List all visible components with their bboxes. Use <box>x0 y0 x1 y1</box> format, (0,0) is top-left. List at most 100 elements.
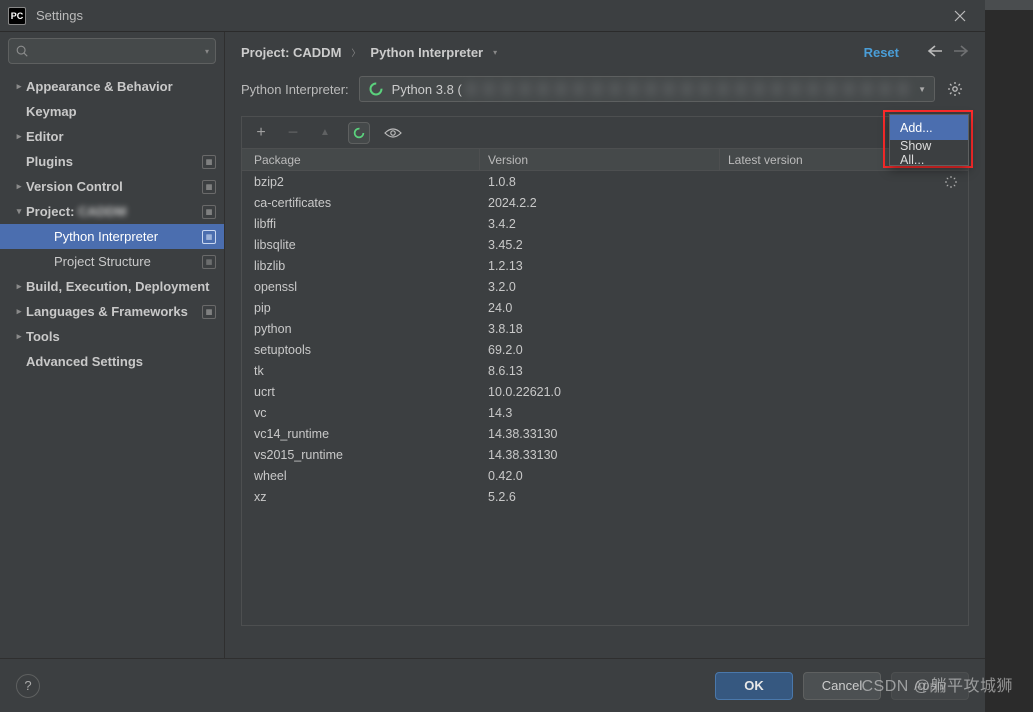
window-close-button[interactable] <box>943 3 977 29</box>
table-row[interactable]: python3.8.18 <box>242 318 968 339</box>
ok-button[interactable]: OK <box>715 672 793 700</box>
cell-version: 69.2.0 <box>480 339 720 360</box>
sidebar-item[interactable]: ▸Advanced Settings <box>0 349 224 374</box>
table-row[interactable]: openssl3.2.0 <box>242 276 968 297</box>
dropdown-item-show-all[interactable]: Show All... <box>890 140 968 165</box>
header-package[interactable]: Package <box>242 149 480 170</box>
expand-arrow-icon: ▸ <box>12 306 26 317</box>
table-row[interactable]: libffi3.4.2 <box>242 213 968 234</box>
table-row[interactable]: ucrt10.0.22621.0 <box>242 381 968 402</box>
interpreter-settings-button[interactable] <box>941 76 969 102</box>
cell-version: 1.0.8 <box>480 171 720 192</box>
cell-latest <box>720 381 968 402</box>
cell-latest <box>720 423 968 444</box>
sidebar-item[interactable]: ▸Appearance & Behavior <box>0 74 224 99</box>
table-row[interactable]: wheel0.42.0 <box>242 465 968 486</box>
reset-link[interactable]: Reset <box>864 45 899 60</box>
cell-latest <box>720 255 968 276</box>
cell-latest <box>720 171 968 192</box>
settings-tree[interactable]: ▸Appearance & Behavior▸Keymap▸Editor▸Plu… <box>0 70 224 658</box>
cell-version: 5.2.6 <box>480 486 720 507</box>
window-title: Settings <box>36 8 943 23</box>
cell-version: 14.38.33130 <box>480 444 720 465</box>
remove-package-button: − <box>284 124 302 142</box>
header-version[interactable]: Version <box>480 149 720 170</box>
cell-version: 0.42.0 <box>480 465 720 486</box>
sidebar-child-item[interactable]: ▸Python Interpreter▦ <box>0 224 224 249</box>
packages-table-body[interactable]: bzip21.0.8ca-certificates2024.2.2libffi3… <box>242 171 968 625</box>
cell-latest <box>720 360 968 381</box>
dialog-footer: ? OK Cancel Apply <box>0 658 985 712</box>
cell-package: vc14_runtime <box>242 423 480 444</box>
cell-latest <box>720 234 968 255</box>
cell-latest <box>720 339 968 360</box>
sidebar-item[interactable]: ▸Keymap <box>0 99 224 124</box>
sidebar-item[interactable]: ▸Tools <box>0 324 224 349</box>
sidebar-item[interactable]: ▸Version Control▦ <box>0 174 224 199</box>
table-row[interactable]: libsqlite3.45.2 <box>242 234 968 255</box>
table-row[interactable]: xz5.2.6 <box>242 486 968 507</box>
interpreter-row: Python Interpreter: Python 3.8 ( ▼ <box>225 72 985 116</box>
cell-latest <box>720 297 968 318</box>
sidebar-item-label: Project Structure <box>54 254 202 269</box>
sidebar-child-item[interactable]: ▸Project Structure▦ <box>0 249 224 274</box>
project-scope-badge: ▦ <box>202 155 216 169</box>
table-row[interactable]: setuptools69.2.0 <box>242 339 968 360</box>
breadcrumb-part-1: Python Interpreter <box>370 45 483 60</box>
show-early-releases-button[interactable] <box>384 124 402 142</box>
project-scope-badge: ▦ <box>202 305 216 319</box>
table-row[interactable]: pip24.0 <box>242 297 968 318</box>
sidebar-item[interactable]: ▸Languages & Frameworks▦ <box>0 299 224 324</box>
sidebar-item[interactable]: ▸Build, Execution, Deployment <box>0 274 224 299</box>
add-package-button[interactable]: + <box>252 124 270 142</box>
cancel-button[interactable]: Cancel <box>803 672 881 700</box>
interpreter-path-blurred <box>466 82 912 96</box>
cell-version: 24.0 <box>480 297 720 318</box>
cell-latest <box>720 318 968 339</box>
settings-search-input[interactable]: ▾ <box>8 38 216 64</box>
sidebar-item-label: Version Control <box>26 179 202 194</box>
cell-version: 14.3 <box>480 402 720 423</box>
chevron-right-icon: 〉 <box>351 46 360 59</box>
table-row[interactable]: vc14_runtime14.38.33130 <box>242 423 968 444</box>
cell-latest <box>720 276 968 297</box>
table-row[interactable]: bzip21.0.8 <box>242 171 968 192</box>
dropdown-item-add[interactable]: Add... <box>890 115 968 140</box>
cell-latest <box>720 465 968 486</box>
breadcrumb-dropdown-icon[interactable]: ▾ <box>493 48 497 57</box>
right-background-strip <box>985 0 1033 712</box>
cell-latest <box>720 192 968 213</box>
content-area: Project: CADDM 〉 Python Interpreter ▾ Re… <box>225 32 985 658</box>
apply-button[interactable]: Apply <box>891 672 969 700</box>
project-scope-badge: ▦ <box>202 205 216 219</box>
sidebar-item[interactable]: ▾Project: CADDM▦ <box>0 199 224 224</box>
table-row[interactable]: tk8.6.13 <box>242 360 968 381</box>
refresh-packages-button[interactable] <box>348 122 370 144</box>
project-scope-badge: ▦ <box>202 230 216 244</box>
search-history-icon[interactable]: ▾ <box>205 47 209 56</box>
forward-button[interactable] <box>953 44 969 61</box>
table-row[interactable]: libzlib1.2.13 <box>242 255 968 276</box>
cell-package: pip <box>242 297 480 318</box>
table-row[interactable]: vc14.3 <box>242 402 968 423</box>
sidebar-item[interactable]: ▸Editor <box>0 124 224 149</box>
interpreter-select[interactable]: Python 3.8 ( ▼ <box>359 76 935 102</box>
cell-package: openssl <box>242 276 480 297</box>
expand-arrow-icon: ▸ <box>12 81 26 92</box>
table-row[interactable]: vs2015_runtime14.38.33130 <box>242 444 968 465</box>
sidebar-item-label: Keymap <box>26 104 216 119</box>
cell-package: wheel <box>242 465 480 486</box>
right-background-strip-top <box>985 0 1033 10</box>
table-row[interactable]: ca-certificates2024.2.2 <box>242 192 968 213</box>
loading-spinner-icon <box>368 81 384 97</box>
dropdown-triangle-icon: ▼ <box>918 85 926 94</box>
packages-toolbar: + − ▲ <box>242 117 968 149</box>
sidebar-item[interactable]: ▸Plugins▦ <box>0 149 224 174</box>
back-button[interactable] <box>927 44 943 61</box>
help-button[interactable]: ? <box>16 674 40 698</box>
interpreter-dropdown-menu: Add... Show All... <box>889 114 969 166</box>
sidebar-item-label: Tools <box>26 329 216 344</box>
cell-package: bzip2 <box>242 171 480 192</box>
breadcrumb: Project: CADDM 〉 Python Interpreter ▾ Re… <box>225 32 985 72</box>
upgrade-package-button: ▲ <box>316 124 334 142</box>
